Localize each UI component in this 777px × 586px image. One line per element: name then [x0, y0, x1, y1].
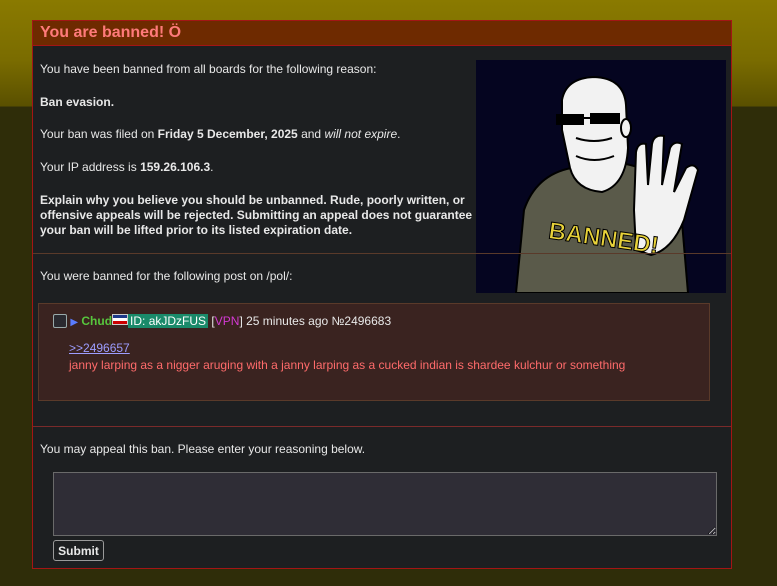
- post-header: ▶ Chud ID: akJDzFUS [VPN] 25 minutes ago …: [53, 314, 391, 328]
- ban-expiry: will not expire: [324, 127, 398, 141]
- vpn-close: ]: [239, 314, 243, 328]
- filed-date: Friday 5 December, 2025: [157, 127, 298, 141]
- appeal-prompt: You may appeal this ban. Please enter yo…: [40, 442, 366, 456]
- appeal-textarea[interactable]: [53, 472, 717, 536]
- filed-and: and: [297, 127, 325, 141]
- ban-reason: Ban evasion.: [40, 95, 115, 109]
- post-select-checkbox[interactable]: [53, 314, 67, 328]
- poster-id[interactable]: ID: akJDzFUS: [128, 314, 209, 328]
- ban-title: You are banned! Ö: [33, 21, 731, 46]
- post-time: 25 minutes ago: [246, 314, 329, 328]
- submit-button[interactable]: Submit: [53, 540, 104, 561]
- post-body: janny larping as a nigger aruging with a…: [69, 358, 626, 372]
- banned-post: ▶ Chud ID: akJDzFUS [VPN] 25 minutes ago …: [38, 303, 710, 401]
- appeal-warning: Explain why you believe you should be un…: [40, 193, 473, 237]
- ip-prefix: Your IP address is: [40, 160, 141, 174]
- ban-ip: Your IP address is 159.26.106.3.: [40, 160, 213, 174]
- post-number[interactable]: №2496683: [332, 314, 392, 328]
- divider: [33, 426, 731, 427]
- vpn-tag: VPN: [214, 314, 240, 328]
- ban-intro: You have been banned from all boards for…: [40, 62, 377, 76]
- ban-panel: You are banned! Ö You have been banned f…: [32, 20, 732, 569]
- ip-address: 159.26.106.3: [140, 160, 211, 174]
- banned-for-label: You were banned for the following post o…: [40, 269, 293, 283]
- filed-end: .: [397, 127, 401, 141]
- ban-filed: Your ban was filed on Friday 5 December,…: [40, 127, 400, 141]
- poster-name: Chud: [81, 314, 113, 328]
- ip-end: .: [210, 160, 214, 174]
- post-menu-triangle-icon[interactable]: ▶: [70, 317, 78, 328]
- divider: [33, 253, 731, 254]
- country-flag-icon: [112, 314, 129, 325]
- banned-image: BANNED!: [476, 60, 726, 294]
- banned-wojak-illustration: BANNED!: [476, 60, 726, 294]
- quote-link[interactable]: >>2496657: [69, 341, 130, 355]
- filed-prefix: Your ban was filed on: [40, 127, 158, 141]
